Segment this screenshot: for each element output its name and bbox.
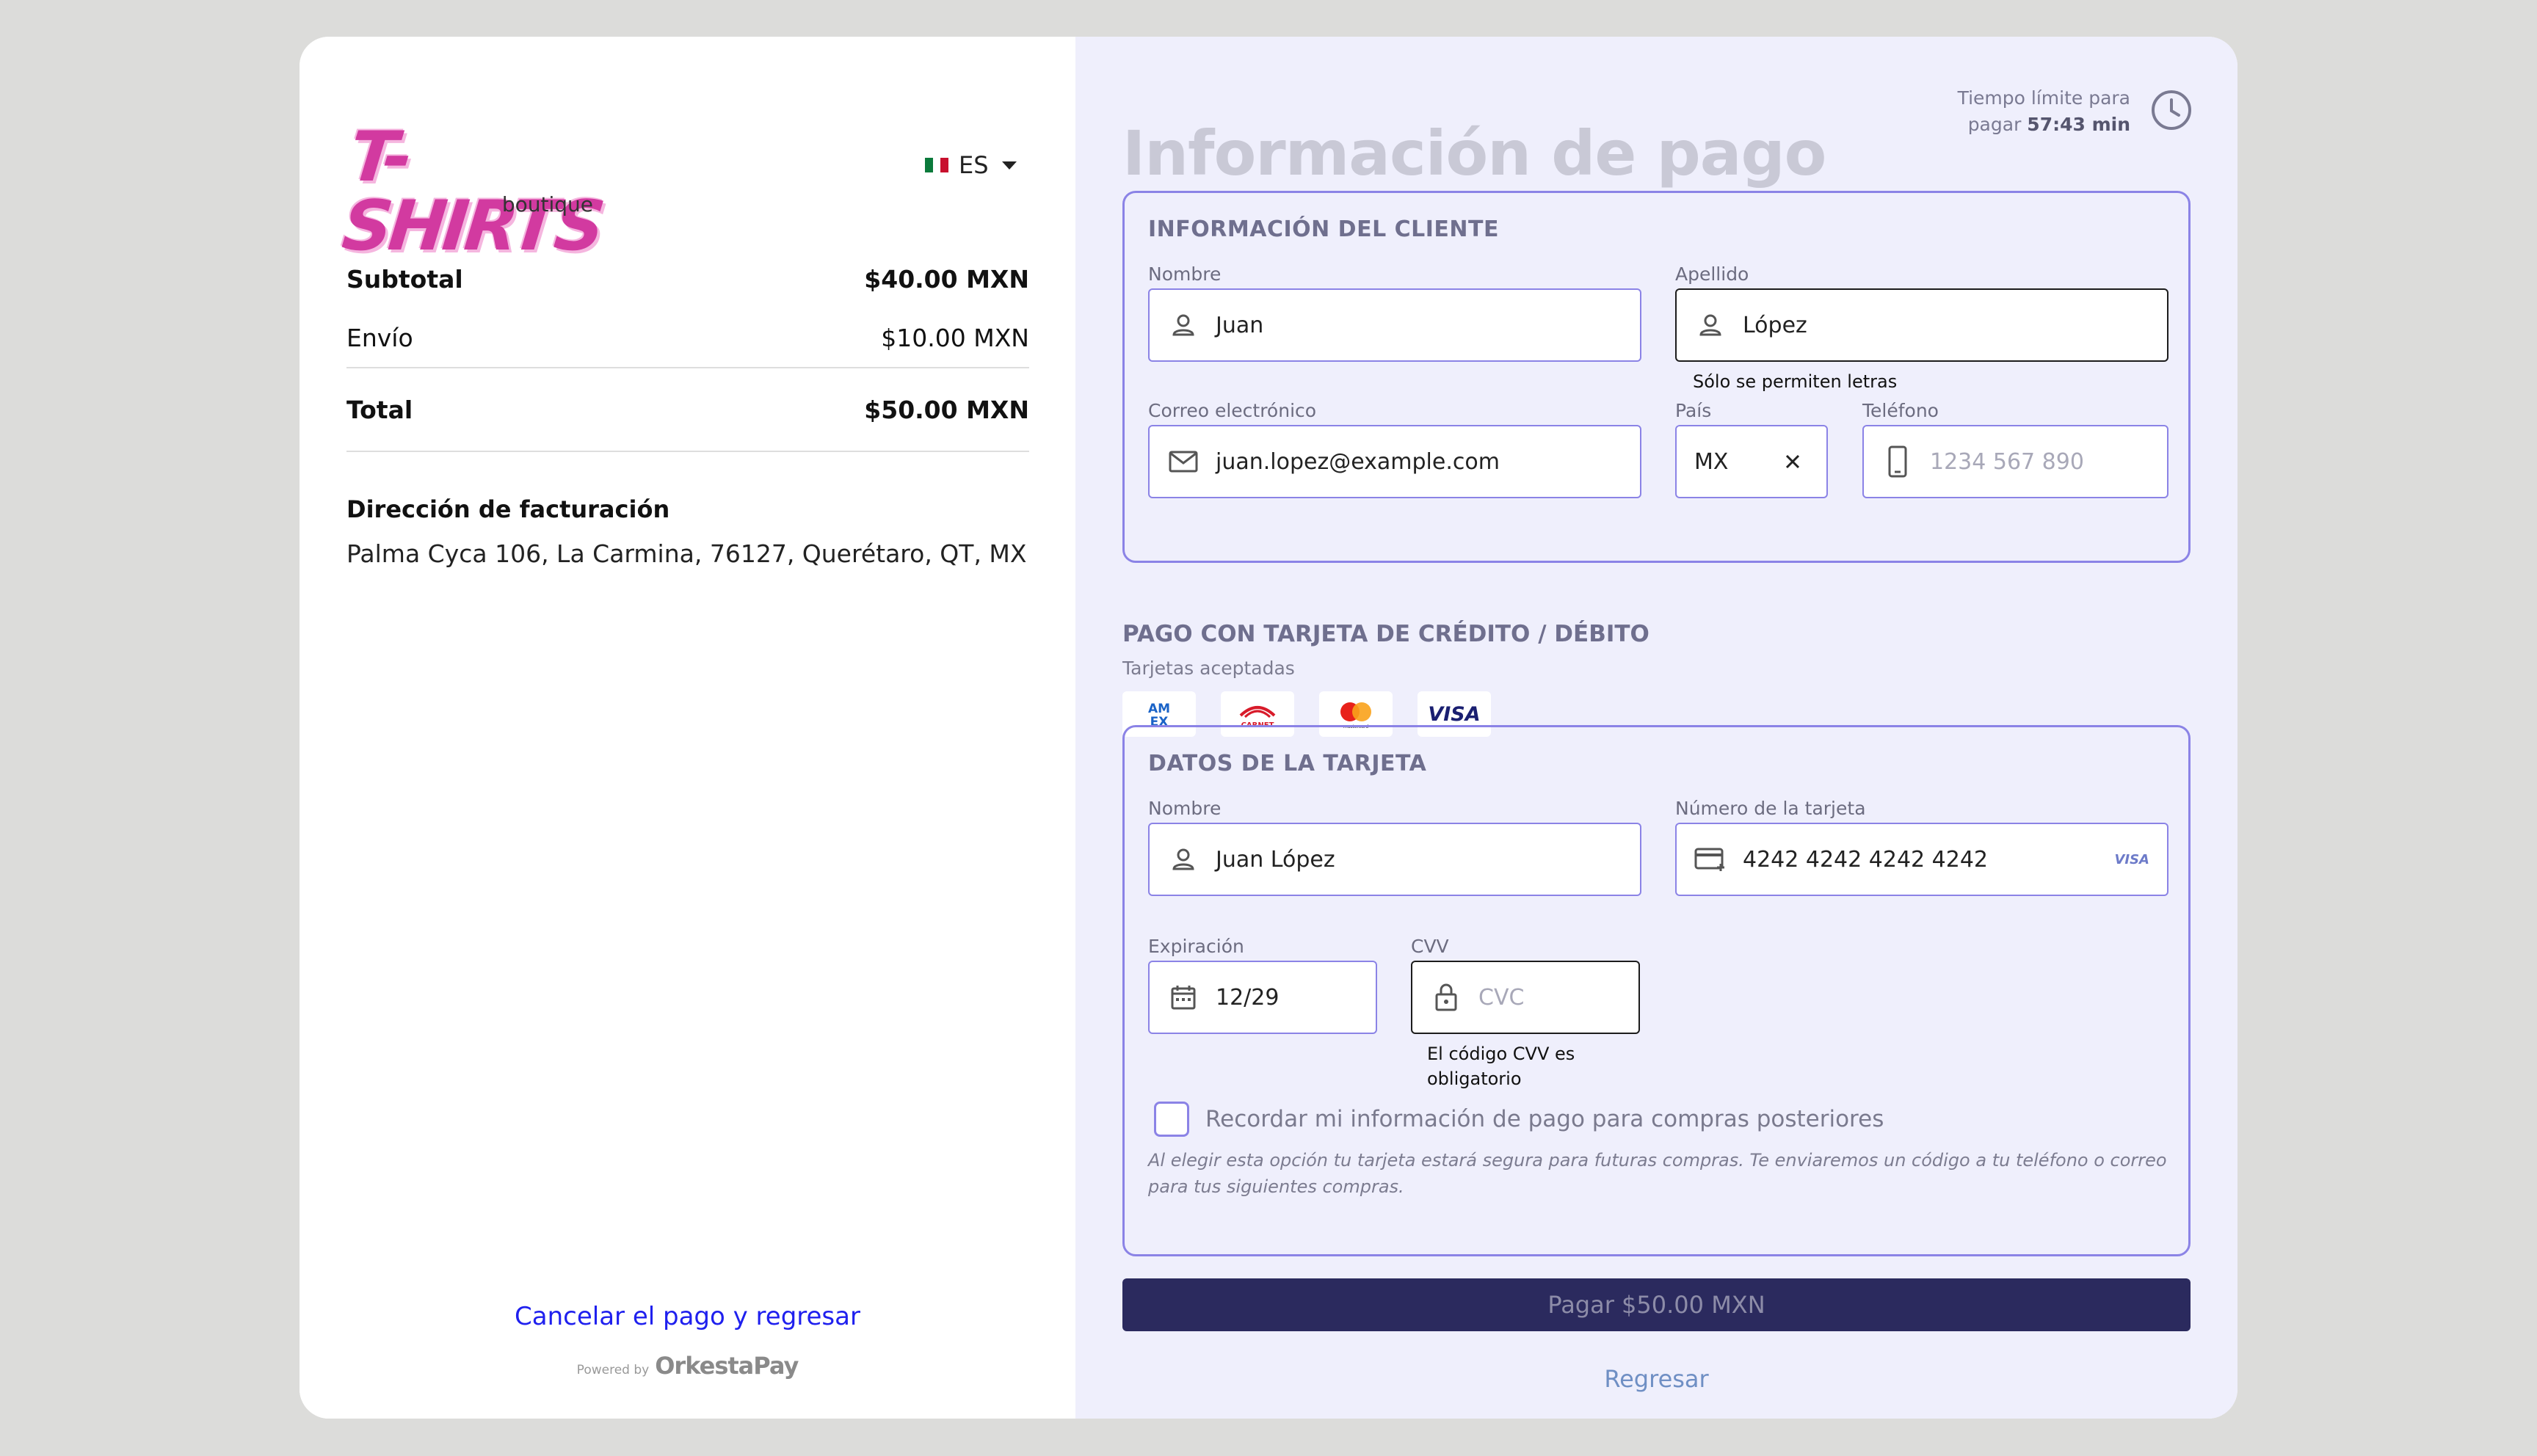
expiry-label: Expiración — [1148, 936, 1244, 957]
total-label: Total — [346, 395, 413, 424]
cardholder-name-input[interactable]: Juan López — [1148, 823, 1641, 896]
store-logo: T-SHIRTS boutique — [338, 81, 611, 266]
language-selector[interactable]: ES — [925, 151, 1017, 179]
cvv-field: CVV CVC El código CVV es obligatorio — [1411, 933, 1640, 1091]
shipping-label: Envío — [346, 323, 413, 352]
card-number-label: Número de la tarjeta — [1675, 798, 1866, 819]
credit-card-icon — [1694, 843, 1727, 876]
logo-subtitle: boutique — [501, 192, 593, 216]
country-value: MX — [1694, 448, 1729, 475]
email-value: juan.lopez@example.com — [1216, 448, 1500, 475]
last-name-label: Apellido — [1675, 263, 1749, 285]
checkout-card: T-SHIRTS boutique ES Subtotal $40.00 MXN… — [300, 37, 2237, 1419]
caret-down-icon — [1001, 161, 1017, 170]
last-name-input[interactable]: López — [1675, 288, 2168, 362]
phone-placeholder: 1234 567 890 — [1930, 448, 2084, 475]
subtotal-row: Subtotal $40.00 MXN — [346, 250, 1029, 308]
pay-button[interactable]: Pagar $50.00 MXN — [1122, 1278, 2191, 1331]
powered-by-text: Powered by — [576, 1363, 650, 1377]
divider — [346, 451, 1029, 452]
language-code: ES — [959, 151, 989, 179]
expiry-field: Expiración 12/29 — [1148, 933, 1377, 1034]
last-name-field: Apellido López Sólo se permiten letras — [1675, 261, 2168, 394]
timer-value: 57:43 min — [2027, 114, 2130, 135]
phone-input[interactable]: 1234 567 890 — [1862, 425, 2168, 498]
phone-field: Teléfono 1234 567 890 — [1862, 397, 2168, 498]
card-number-input[interactable]: 4242 4242 4242 4242 VISA — [1675, 823, 2168, 896]
shipping-value: $10.00 MXN — [881, 323, 1029, 352]
order-summary-panel: T-SHIRTS boutique ES Subtotal $40.00 MXN… — [300, 37, 1075, 1419]
card-section-title: DATOS DE LA TARJETA — [1148, 751, 1427, 776]
first-name-input[interactable]: Juan — [1148, 288, 1641, 362]
card-brand-badge: VISA — [2114, 851, 2149, 867]
phone-icon — [1881, 445, 1914, 478]
cancel-payment-link[interactable]: Cancelar el pago y regresar — [300, 1302, 1075, 1331]
svg-text:VISA: VISA — [1428, 703, 1480, 726]
card-number-field: Número de la tarjeta 4242 4242 4242 4242… — [1675, 795, 2168, 896]
expiry-input[interactable]: 12/29 — [1148, 961, 1377, 1034]
total-row: Total $50.00 MXN — [346, 368, 1029, 451]
powered-by-badge: Powered by OrkestaPay — [300, 1352, 1075, 1380]
customer-section-title: INFORMACIÓN DEL CLIENTE — [1148, 216, 1499, 242]
remember-option: Recordar mi información de pago para com… — [1154, 1102, 1884, 1137]
remember-note: Al elegir esta opción tu tarjeta estará … — [1148, 1150, 2167, 1197]
remember-checkbox[interactable] — [1154, 1102, 1189, 1137]
card-payment-heading: PAGO CON TARJETA DE CRÉDITO / DÉBITO — [1122, 621, 1649, 647]
last-name-error: Sólo se permiten letras — [1693, 371, 1898, 392]
orkestapay-logo: OrkestaPay — [655, 1352, 799, 1380]
user-icon — [1167, 309, 1199, 341]
country-field: País MX — [1675, 397, 1828, 498]
billing-title: Dirección de facturación — [346, 495, 670, 523]
first-name-field: Nombre Juan — [1148, 261, 1641, 362]
cvv-input[interactable]: CVC — [1411, 961, 1640, 1034]
calendar-icon — [1167, 981, 1199, 1013]
billing-address: Dirección de facturación Palma Cyca 106,… — [346, 495, 1051, 568]
phone-label: Teléfono — [1862, 400, 1939, 421]
email-label: Correo electrónico — [1148, 400, 1317, 421]
svg-text:AM: AM — [1148, 702, 1170, 716]
mexico-flag-icon — [925, 158, 949, 172]
timer-line2: pagar 57:43 min — [1958, 112, 2130, 138]
total-value: $50.00 MXN — [864, 395, 1029, 424]
page-title: Información de pago — [1122, 117, 1826, 189]
accepted-cards-label: Tarjetas aceptadas — [1122, 658, 1295, 679]
timer-prefix: pagar — [1967, 114, 2022, 135]
cardholder-name-label: Nombre — [1148, 798, 1222, 819]
payment-timer: Tiempo límite para pagar 57:43 min — [1958, 85, 2130, 138]
cvv-error: El código CVV es obligatorio — [1427, 1044, 1575, 1089]
last-name-value: López — [1743, 312, 1807, 338]
timer-line1: Tiempo límite para — [1957, 87, 2130, 109]
subtotal-value: $40.00 MXN — [864, 264, 1029, 294]
clock-icon — [2152, 90, 2191, 130]
email-input[interactable]: juan.lopez@example.com — [1148, 425, 1641, 498]
expiry-value: 12/29 — [1216, 984, 1280, 1011]
remember-label[interactable]: Recordar mi información de pago para com… — [1205, 1106, 1884, 1132]
order-summary: Subtotal $40.00 MXN Envío $10.00 MXN Tot… — [346, 250, 1029, 452]
first-name-label: Nombre — [1148, 263, 1222, 285]
card-data-section: DATOS DE LA TARJETA Nombre Juan López Nú… — [1122, 725, 2191, 1256]
mail-icon — [1167, 445, 1199, 478]
cardholder-name-value: Juan López — [1216, 846, 1335, 873]
payment-panel: Información de pago Tiempo límite para p… — [1075, 37, 2237, 1419]
email-field: Correo electrónico juan.lopez@example.co… — [1148, 397, 1641, 498]
first-name-value: Juan — [1216, 312, 1264, 338]
country-label: País — [1675, 400, 1712, 421]
user-icon — [1167, 843, 1199, 876]
card-number-value: 4242 4242 4242 4242 — [1743, 846, 1988, 873]
subtotal-label: Subtotal — [346, 264, 463, 294]
country-select[interactable]: MX — [1675, 425, 1828, 498]
back-link[interactable]: Regresar — [1122, 1365, 2191, 1393]
cvv-label: CVV — [1411, 936, 1449, 957]
user-icon — [1694, 309, 1727, 341]
customer-info-section: INFORMACIÓN DEL CLIENTE Nombre Juan Apel… — [1122, 191, 2191, 563]
clear-icon[interactable] — [1776, 445, 1809, 478]
billing-address-text: Palma Cyca 106, La Carmina, 76127, Queré… — [346, 539, 1027, 568]
cvv-placeholder: CVC — [1478, 984, 1525, 1011]
shipping-row: Envío $10.00 MXN — [346, 308, 1029, 367]
lock-icon — [1430, 981, 1462, 1013]
cardholder-name-field: Nombre Juan López — [1148, 795, 1641, 896]
